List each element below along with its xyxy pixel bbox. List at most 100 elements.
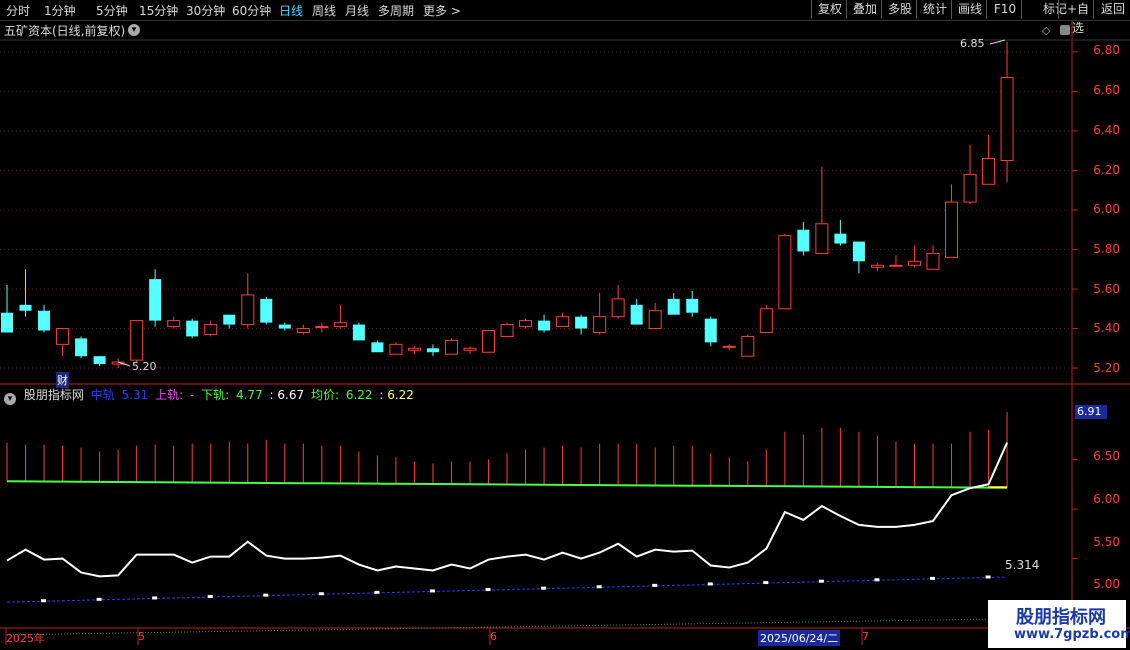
axis-tick: 6.20	[1093, 163, 1120, 177]
candle-up	[611, 298, 625, 318]
candle-down	[149, 279, 162, 321]
date-month-6: 6	[490, 630, 497, 643]
avg-value: 6.22	[345, 388, 373, 402]
candle-down	[852, 241, 865, 262]
candle-down	[575, 316, 588, 329]
axis-tick: 5.20	[1093, 361, 1120, 375]
avg-label: 均价:	[310, 388, 339, 402]
mid-band-marker	[652, 583, 658, 587]
candle-down	[686, 298, 699, 313]
mid-value: 5.31	[121, 388, 149, 402]
mid-band-marker	[985, 575, 991, 579]
candle-up	[463, 347, 477, 351]
indicator-name[interactable]: 股朋指标网	[24, 388, 84, 402]
candle-down	[93, 356, 106, 365]
mid-band-marker	[41, 599, 47, 603]
candle-up	[982, 158, 996, 185]
ind-axis-tick: 6.00	[1093, 492, 1120, 506]
indicator-menu-icon[interactable]: ▾	[4, 393, 16, 405]
candle-down	[278, 324, 291, 329]
candle-up	[722, 345, 736, 348]
candle-up	[482, 330, 496, 353]
date-month-5: 5	[138, 630, 145, 643]
axis-tick: 6.80	[1093, 43, 1120, 57]
candle-down	[38, 310, 51, 331]
candle-down	[223, 314, 236, 325]
candle-up	[407, 347, 421, 351]
upper-label: 上轨:	[155, 388, 184, 402]
mid-band-marker	[596, 585, 602, 589]
lower-value: 4.77	[235, 388, 263, 402]
watermark-url: www.7gpzb.com	[1014, 627, 1130, 642]
upper-value: -	[189, 388, 195, 402]
candle-down	[352, 324, 365, 341]
mid-band-marker	[707, 582, 713, 586]
candle-up	[963, 173, 977, 203]
candle-down	[186, 320, 199, 337]
date-month-7: 7	[862, 630, 869, 643]
lower-label: 下轨:	[201, 388, 230, 402]
mid-band-marker	[818, 579, 824, 583]
candle-down	[19, 304, 32, 311]
candle-down	[667, 298, 680, 315]
candle-down	[75, 338, 88, 357]
date-year: 2025年	[6, 632, 45, 645]
indicator-header: ▾ 股朋指标网 中轨 5.31 上轨: - 下轨: 4.77 : 6.67 均价…	[0, 386, 417, 405]
candle-down	[630, 304, 643, 325]
candle-up	[315, 326, 329, 329]
candle-up	[778, 235, 792, 310]
candle-up	[815, 223, 829, 254]
candle-up	[907, 260, 921, 266]
line-value-label: 5.314	[1005, 558, 1040, 572]
candle-up	[648, 310, 662, 330]
candle-up	[945, 201, 959, 258]
mid-band-marker	[374, 590, 380, 594]
mid-band-marker	[930, 576, 935, 580]
lower-dotted-line	[6, 618, 1008, 636]
ind-axis-tick: 6.50	[1093, 449, 1120, 463]
candle-down	[704, 318, 717, 343]
high-price-marker: 6.85	[960, 37, 985, 50]
value4: : 6.67	[269, 388, 305, 402]
candle-up	[889, 264, 903, 267]
candle-up	[1000, 77, 1014, 162]
candle-down	[426, 348, 439, 353]
candle-down	[834, 233, 847, 244]
candle-down	[260, 298, 273, 323]
candle-up	[296, 328, 310, 333]
mid-band-marker	[429, 589, 435, 593]
cursor-date: 2025/06/24/二	[758, 630, 841, 646]
axis-tick: 6.60	[1093, 83, 1120, 97]
high-marker-arrow	[989, 39, 1006, 45]
candle-up	[444, 339, 458, 355]
candle-down	[797, 229, 810, 252]
current-value-box: 6.91	[1075, 405, 1107, 419]
axis-tick: 6.40	[1093, 123, 1120, 137]
candle-up	[167, 320, 181, 328]
mid-band-marker	[207, 595, 213, 599]
candle-up	[593, 316, 607, 333]
candle-up	[926, 252, 940, 270]
mid-band-marker	[541, 586, 547, 590]
candle-down	[1, 312, 13, 333]
candle-up	[556, 316, 570, 328]
mid-band-marker	[263, 593, 269, 597]
candle-up	[759, 308, 773, 333]
axis-tick: 6.00	[1093, 202, 1120, 216]
mid-band-marker	[763, 581, 769, 585]
ind-axis-tick: 5.00	[1093, 577, 1120, 591]
axis-tick: 5.40	[1093, 321, 1120, 335]
candle-up	[241, 294, 255, 326]
kline-chart[interactable]	[0, 0, 1130, 650]
candle-up	[870, 264, 884, 268]
axis-tick: 5.80	[1093, 242, 1120, 256]
candle-up	[333, 322, 347, 328]
mid-label: 中轨	[90, 388, 115, 402]
candle-down	[371, 342, 384, 353]
candle-up	[389, 343, 403, 355]
mid-band-marker	[485, 588, 491, 592]
ind-axis-tick: 5.50	[1093, 535, 1120, 549]
mid-band-marker	[152, 596, 158, 600]
candle-up	[500, 324, 514, 337]
mid-band-marker	[96, 597, 102, 601]
